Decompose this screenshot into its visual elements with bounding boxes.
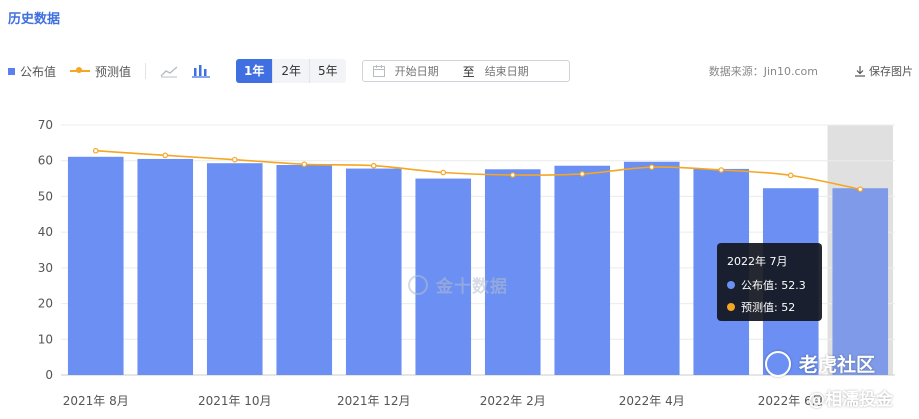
y-tick-label: 60 [38,154,53,168]
legend-bar-swatch [8,67,15,75]
forecast-point [440,169,447,176]
y-tick-label: 20 [38,297,53,311]
legend-line-swatch [70,67,91,73]
bar [67,156,124,375]
range-toggle: 1年 2年 5年 [236,59,346,83]
watermark-jin10: 金十数据 [408,272,508,297]
tooltip-forecast-value: 52 [781,300,796,314]
y-tick-label: 40 [38,225,53,239]
forecast-point [857,186,864,193]
forecast-point [162,152,169,159]
forecast-point [231,156,238,163]
y-tick-label: 0 [45,368,53,382]
tooltip-line-dot [727,303,735,311]
x-tick-label: 2021年 10月 [198,394,272,408]
bar [832,188,889,375]
forecast-point [718,167,725,173]
x-tick-label: 2022年 4月 [619,394,685,408]
bar [276,165,333,375]
range-5y-button[interactable]: 5年 [309,59,346,83]
watermark-jin10-text: 金十数据 [436,277,508,297]
data-source: 数据来源：Jin10.com [708,65,818,78]
bar [137,158,194,375]
tooltip-published-label: 公布值: [741,279,778,292]
tooltip-forecast-label: 预测值: [741,301,778,314]
download-icon [855,66,865,77]
bar [623,161,680,375]
toolbar-divider [145,63,147,79]
watermark-tiger: 老虎社区 [765,350,875,377]
tooltip-title: 2022年 7月 [727,255,788,268]
forecast-point [648,164,655,170]
date-range-picker[interactable]: 至 [361,60,570,82]
tooltip-published-value: 52.3 [781,278,806,292]
y-tick-label: 70 [38,118,53,132]
chart-toolbar: 公布值 预测值 1年 2年 5年 至 数据来源：Jin10.com 保存图片 [8,58,913,84]
tooltip-bar-dot [727,281,735,289]
forecast-point [370,162,377,169]
forecast-point [301,161,308,168]
save-image-label: 保存图片 [869,65,913,78]
range-2y-button[interactable]: 2年 [272,59,309,83]
tooltip-published-row: 公布值: 52.3 [727,277,812,293]
legend-forecast-label: 预测值 [95,64,132,79]
section-title: 历史数据 [8,12,61,27]
watermark-author: @相濡投金 [808,390,893,410]
bar [554,165,611,375]
y-tick-label: 50 [38,189,53,203]
x-tick-label: 2021年 12月 [337,394,411,408]
bar-chart-icon[interactable] [190,60,212,82]
tooltip-forecast-row: 预测值: 52 [727,299,812,315]
legend-published-label: 公布值 [20,64,57,79]
y-tick-label: 30 [38,261,53,275]
legend-forecast[interactable]: 预测值 [70,63,131,80]
legend-published[interactable]: 公布值 [8,63,56,80]
range-1y-button[interactable]: 1年 [236,59,273,83]
forecast-point [787,172,794,179]
end-date-input[interactable] [484,64,551,78]
save-image-button[interactable]: 保存图片 [854,63,913,79]
bar [206,163,263,375]
forecast-point [509,172,516,178]
line-chart-icon[interactable] [158,60,180,82]
x-tick-label: 2021年 8月 [63,394,129,408]
calendar-icon [372,65,385,77]
date-separator: 至 [462,64,475,79]
tiger-logo-icon [765,350,791,377]
jin10-logo-icon [408,274,428,295]
y-tick-label: 10 [38,332,53,346]
x-tick-label: 2022年 2月 [480,394,546,408]
forecast-point [92,147,99,154]
bar [345,168,402,375]
chart-tooltip: 2022年 7月 公布值: 52.3 预测值: 52 [717,243,822,321]
start-date-input[interactable] [394,64,461,78]
watermark-tiger-text: 老虎社区 [799,354,876,376]
forecast-point [579,171,586,177]
